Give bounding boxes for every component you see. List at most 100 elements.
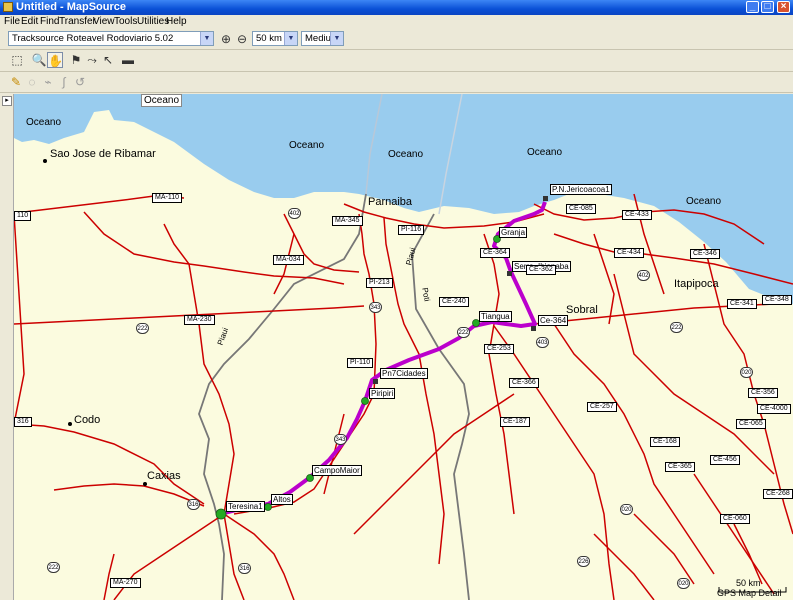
chevron-down-icon[interactable]: ▼ bbox=[200, 32, 213, 45]
waypoint-label[interactable]: Ce-364 bbox=[538, 315, 569, 326]
route-marker: 222 bbox=[47, 562, 60, 573]
route-marker: 402 bbox=[288, 208, 301, 219]
waypoint-square bbox=[543, 196, 548, 201]
ocean-label: Oceano bbox=[686, 196, 722, 207]
road-shield: PI-110 bbox=[347, 358, 374, 368]
chevron-down-icon[interactable]: ▼ bbox=[330, 32, 343, 45]
road-shield: MA-270 bbox=[110, 578, 141, 588]
road-shield: 316 bbox=[14, 417, 32, 427]
road-shield: CE-168 bbox=[650, 437, 680, 447]
map-graphics bbox=[14, 94, 793, 600]
city-dot bbox=[68, 422, 72, 426]
chevron-down-icon[interactable]: ▼ bbox=[284, 32, 297, 45]
road-shield: 110 bbox=[14, 211, 32, 221]
waypoint-label[interactable]: Piripiri bbox=[369, 388, 396, 399]
route-marker: 343 bbox=[334, 434, 347, 445]
waypoint-label[interactable]: CampoMaior bbox=[312, 465, 362, 476]
edit-toolbar: ✎ ◌ ⌁ ∫ ↺ bbox=[0, 72, 793, 93]
route-marker: 020 bbox=[677, 578, 690, 589]
road-shield: CE-365 bbox=[665, 462, 695, 472]
select-tool-icon[interactable]: ⬚ bbox=[9, 52, 25, 68]
map-view[interactable]: Oceano Oceano Oceano Oceano Oceano Ocean… bbox=[14, 94, 793, 600]
ocean-label: Oceano bbox=[527, 147, 563, 158]
route-marker: 402 bbox=[637, 270, 650, 281]
road-shield: CE-341 bbox=[727, 299, 757, 309]
road-shield: CE-065 bbox=[736, 419, 766, 429]
zoom-level-value: 50 km bbox=[256, 33, 282, 44]
road-shield: CE-060 bbox=[720, 514, 750, 524]
road-shield: CE-366 bbox=[509, 378, 539, 388]
road-shield: CE-268 bbox=[763, 489, 793, 499]
menu-transfer[interactable]: Transfer bbox=[59, 16, 96, 27]
map-detail-footer: GPS Map Detail bbox=[717, 588, 782, 598]
road-shield: CE-456 bbox=[710, 455, 740, 465]
eraser-icon[interactable]: ◌ bbox=[24, 74, 40, 90]
map-product-select[interactable]: Tracksource Roteavel Rodoviario 5.02 ▼ bbox=[8, 31, 214, 46]
waypoint-label[interactable]: P.N.Jericoacoa1 bbox=[550, 184, 612, 195]
city-label: Sobral bbox=[566, 304, 598, 316]
ocean-label: Oceano bbox=[388, 149, 424, 160]
menu-help[interactable]: Help bbox=[166, 16, 187, 27]
split-icon[interactable]: ⌁ bbox=[40, 74, 56, 90]
join-icon[interactable]: ∫ bbox=[56, 74, 72, 90]
tools-toolbar: ⬚ 🔍 ✋ ⚑ ⤳ ↖ ▬ bbox=[0, 50, 793, 72]
road-shield: CE-187 bbox=[500, 417, 530, 427]
city-label: Itapipoca bbox=[674, 278, 719, 290]
waypoint-dot bbox=[215, 508, 227, 520]
route-marker: 403 bbox=[536, 337, 549, 348]
menu-bar: File Edit Find Transfer View Tools Utili… bbox=[0, 15, 793, 29]
close-icon[interactable]: × bbox=[777, 1, 790, 13]
road-shield: CE-240 bbox=[439, 297, 469, 307]
detail-select[interactable]: Medium ▼ bbox=[301, 31, 344, 46]
waypoint-label[interactable]: Pn7Cidades bbox=[380, 368, 428, 379]
menu-edit[interactable]: Edit bbox=[21, 16, 38, 27]
waypoint-label[interactable]: Altos bbox=[271, 494, 293, 505]
road-shield: PI-213 bbox=[366, 278, 393, 288]
road-shield: CE-356 bbox=[748, 388, 778, 398]
zoom-out-icon[interactable]: ⊖ bbox=[234, 31, 250, 47]
zoom-tool-icon[interactable]: 🔍 bbox=[31, 52, 47, 68]
city-dot bbox=[143, 482, 147, 486]
pencil-icon[interactable]: ✎ bbox=[8, 74, 24, 90]
route-marker: 222 bbox=[670, 322, 683, 333]
waypoint-square bbox=[373, 379, 378, 384]
hand-tool-icon[interactable]: ✋ bbox=[47, 52, 63, 68]
road-shield: MA-034 bbox=[273, 255, 304, 265]
road-shield: CE-364 bbox=[480, 248, 510, 258]
zoom-level-select[interactable]: 50 km ▼ bbox=[252, 31, 298, 46]
road-shield: CE-253 bbox=[484, 344, 514, 354]
menu-utilities[interactable]: Utilities bbox=[137, 16, 169, 27]
waypoint-square bbox=[531, 326, 536, 331]
waypoint-label[interactable]: Granja bbox=[499, 227, 528, 238]
waypoint-dot bbox=[361, 397, 369, 405]
route-marker: 226 bbox=[577, 556, 590, 567]
waypoint-label[interactable]: Teresina1 bbox=[226, 501, 265, 512]
route-tool-icon[interactable]: ⤳ bbox=[84, 52, 100, 68]
menu-tools[interactable]: Tools bbox=[114, 16, 137, 27]
menu-file[interactable]: File bbox=[4, 16, 20, 27]
pointer-tool-icon[interactable]: ↖ bbox=[100, 52, 116, 68]
minimize-icon[interactable]: _ bbox=[746, 1, 759, 13]
window-title: Untitled - MapSource bbox=[16, 1, 127, 13]
road-shield: MA-345 bbox=[332, 216, 363, 226]
waypoint-tool-icon[interactable]: ⚑ bbox=[68, 52, 84, 68]
map-side-strip: ▸ bbox=[0, 94, 14, 600]
road-shield: CE-434 bbox=[614, 248, 644, 258]
city-label: Parnaiba bbox=[368, 196, 413, 208]
app-icon bbox=[3, 2, 13, 12]
map-toolbar: Tracksource Roteavel Rodoviario 5.02 ▼ ⊕… bbox=[0, 29, 793, 50]
city-label: Sao Jose de Ribamar bbox=[50, 148, 156, 160]
menu-view[interactable]: View bbox=[93, 16, 115, 27]
measure-tool-icon[interactable]: ▬ bbox=[120, 52, 136, 68]
road-shield: MA-110 bbox=[152, 193, 182, 203]
reverse-icon[interactable]: ↺ bbox=[72, 74, 88, 90]
menu-find[interactable]: Find bbox=[40, 16, 59, 27]
expand-icon[interactable]: ▸ bbox=[2, 96, 12, 106]
zoom-in-icon[interactable]: ⊕ bbox=[218, 31, 234, 47]
route-marker: 316 bbox=[187, 499, 200, 510]
route-marker: 020 bbox=[740, 367, 753, 378]
maximize-icon[interactable]: □ bbox=[761, 1, 774, 13]
city-label: Caxias bbox=[147, 470, 181, 482]
waypoint-label[interactable]: Tiangua bbox=[479, 311, 512, 322]
city-dot bbox=[43, 159, 47, 163]
